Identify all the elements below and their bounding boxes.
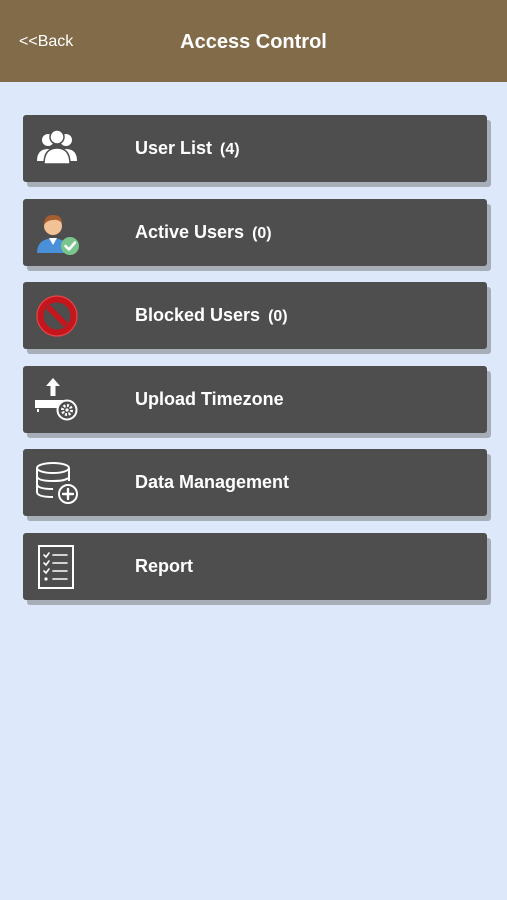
header-bar: <<Back Access Control: [0, 0, 507, 82]
menu-item-label: Blocked Users (0): [135, 305, 288, 326]
active-count-badge: (0): [252, 224, 272, 242]
menu-item-active-users[interactable]: Active Users (0): [23, 198, 487, 266]
menu-item-label: User List (4): [135, 138, 240, 158]
blocked-icon: [36, 295, 78, 337]
report-checklist-icon: [38, 544, 74, 589]
menu-item-report[interactable]: Report: [23, 532, 487, 600]
menu-item-upload-timezone[interactable]: Upload Timezone: [23, 365, 487, 433]
user-check-icon: [37, 214, 79, 255]
users-group-icon: [37, 129, 77, 165]
menu-item-user-list[interactable]: User List (4): [23, 115, 487, 182]
blocked-count-badge: (0): [268, 308, 288, 326]
menu-item-label: Report: [135, 555, 193, 576]
menu-item-label: Upload Timezone: [135, 388, 284, 409]
menu-item-label: Active Users (0): [135, 221, 272, 242]
upload-timezone-icon: [35, 377, 78, 421]
database-add-icon: [36, 462, 78, 505]
menu-item-data-management[interactable]: Data Management: [23, 449, 487, 517]
page-title: Access Control: [180, 31, 327, 53]
access-control-menu: User List (4) Active Users (0) Blocked Use…: [23, 115, 487, 617]
menu-item-blocked-users[interactable]: Blocked Users (0): [23, 282, 487, 350]
user-count-badge: (4): [220, 141, 240, 158]
menu-item-label: Data Management: [135, 472, 290, 493]
